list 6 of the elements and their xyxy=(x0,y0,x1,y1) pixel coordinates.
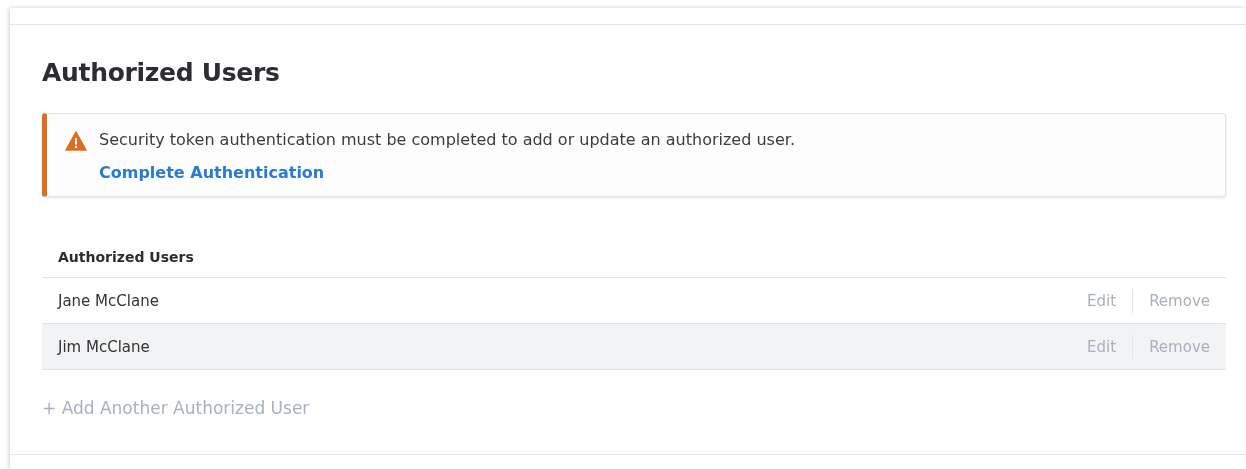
user-name: Jane McClane xyxy=(58,291,160,310)
alert-message: Security token authentication must be completed to add or update an authorized user. xyxy=(99,130,795,149)
page-title: Authorized Users xyxy=(42,58,281,87)
user-name: Jim McClane xyxy=(58,337,151,356)
complete-authentication-link[interactable]: Complete Authentication xyxy=(99,163,325,182)
warning-icon xyxy=(65,131,87,151)
